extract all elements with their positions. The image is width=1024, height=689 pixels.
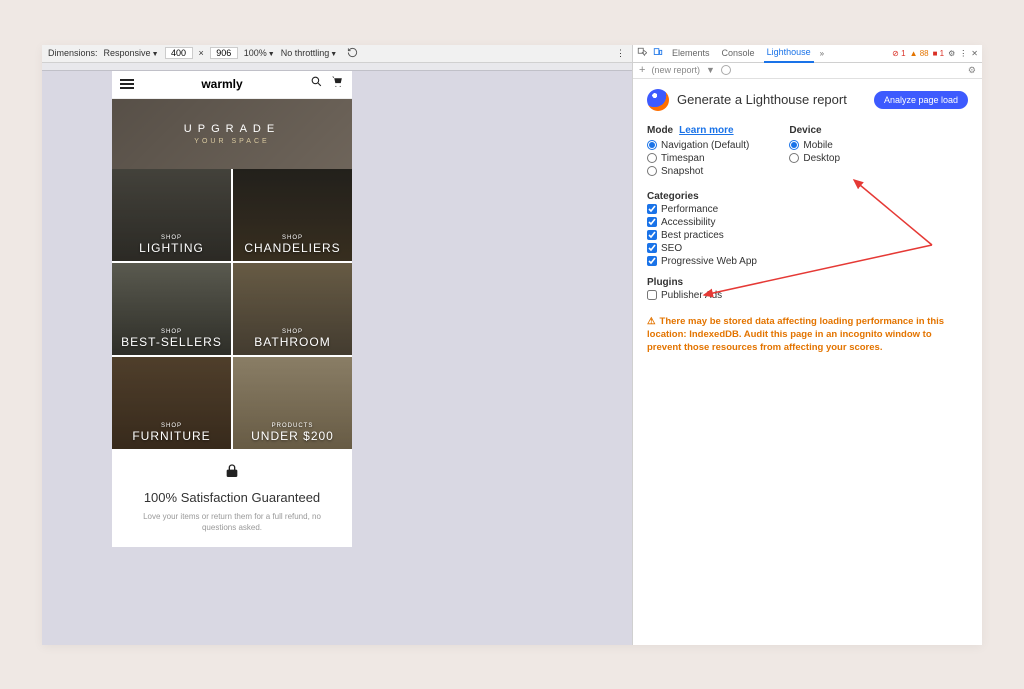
status-errors[interactable]: ⊘ 1 bbox=[892, 49, 905, 58]
mode-label: Mode bbox=[647, 125, 673, 136]
lighthouse-subbar: + (new report) ▼ ⚙ bbox=[633, 63, 982, 79]
mode-timespan[interactable]: Timespan bbox=[647, 153, 749, 164]
width-input[interactable] bbox=[165, 47, 193, 59]
more-tabs-icon[interactable]: » bbox=[820, 49, 824, 58]
lighthouse-gear-icon[interactable]: ⚙ bbox=[968, 65, 976, 76]
tile-under200[interactable]: PRODUCTSUNDER $200 bbox=[233, 357, 352, 449]
satisfaction-block: 100% Satisfaction Guaranteed Love your i… bbox=[112, 449, 352, 547]
report-dropdown-icon[interactable]: ▼ bbox=[706, 65, 715, 75]
cart-icon[interactable] bbox=[331, 75, 344, 93]
tile-chandeliers[interactable]: SHOPCHANDELIERS bbox=[233, 169, 352, 261]
cat-best-practices[interactable]: Best practices bbox=[647, 230, 968, 241]
tile-bestsellers[interactable]: SHOPBEST-SELLERS bbox=[112, 263, 231, 355]
warning-message: ⚠There may be stored data affecting load… bbox=[647, 315, 968, 355]
dimensions-label: Dimensions: bbox=[48, 48, 98, 58]
analyze-button[interactable]: Analyze page load bbox=[874, 91, 968, 109]
cat-seo[interactable]: SEO bbox=[647, 243, 968, 254]
lighthouse-logo-icon bbox=[647, 89, 669, 111]
tab-lighthouse[interactable]: Lighthouse bbox=[764, 44, 814, 63]
tab-console[interactable]: Console bbox=[719, 48, 758, 58]
plugins-label: Plugins bbox=[647, 277, 683, 288]
lock-icon bbox=[224, 463, 240, 479]
ruler bbox=[42, 63, 632, 71]
clear-icon[interactable] bbox=[721, 65, 731, 75]
categories-label: Categories bbox=[647, 191, 699, 202]
brand-logo[interactable]: warmly bbox=[201, 77, 242, 91]
device-mobile[interactable]: Mobile bbox=[789, 140, 840, 151]
rotate-icon[interactable] bbox=[347, 47, 358, 60]
satisfaction-sub: Love your items or return them for a ful… bbox=[126, 511, 338, 533]
kebab-icon[interactable]: ⋮ bbox=[959, 49, 967, 58]
zoom-select[interactable]: 100%▼ bbox=[244, 48, 275, 58]
times-icon: × bbox=[199, 48, 204, 58]
satisfaction-title: 100% Satisfaction Guaranteed bbox=[126, 490, 338, 505]
devtools-pane: Elements Console Lighthouse » ⊘ 1 ▲ 88 ■… bbox=[632, 45, 982, 645]
device-toolbar: Dimensions: Responsive▼ × 100%▼ No throt… bbox=[42, 45, 632, 63]
new-report-label[interactable]: (new report) bbox=[651, 65, 700, 75]
mode-snapshot[interactable]: Snapshot bbox=[647, 166, 749, 177]
gear-icon[interactable]: ⚙ bbox=[948, 49, 955, 58]
device-desktop[interactable]: Desktop bbox=[789, 153, 840, 164]
site-header: warmly bbox=[112, 71, 352, 99]
learn-more-link[interactable]: Learn more bbox=[679, 125, 733, 136]
category-grid: SHOPLIGHTING SHOPCHANDELIERS SHOPBEST-SE… bbox=[112, 169, 352, 449]
device-label: Device bbox=[789, 125, 840, 136]
device-toggle-icon[interactable] bbox=[653, 47, 663, 59]
dimensions-select[interactable]: Responsive▼ bbox=[104, 48, 159, 58]
device-preview-pane: Dimensions: Responsive▼ × 100%▼ No throt… bbox=[42, 45, 632, 645]
close-icon[interactable]: ✕ bbox=[971, 49, 978, 58]
tab-elements[interactable]: Elements bbox=[669, 48, 713, 58]
mode-navigation[interactable]: Navigation (Default) bbox=[647, 140, 749, 151]
warning-icon: ⚠ bbox=[647, 316, 656, 327]
status-warnings[interactable]: ▲ 88 bbox=[910, 49, 929, 58]
tile-furniture[interactable]: SHOPFURNITURE bbox=[112, 357, 231, 449]
tile-bathroom[interactable]: SHOPBATHROOM bbox=[233, 263, 352, 355]
devtools-tabs: Elements Console Lighthouse » ⊘ 1 ▲ 88 ■… bbox=[633, 45, 982, 63]
cat-accessibility[interactable]: Accessibility bbox=[647, 217, 968, 228]
lighthouse-title: Generate a Lighthouse report bbox=[677, 92, 866, 107]
status-info[interactable]: ■ 1 bbox=[933, 49, 945, 58]
hamburger-icon[interactable] bbox=[120, 79, 134, 89]
height-input[interactable] bbox=[210, 47, 238, 59]
new-report-icon[interactable]: + bbox=[639, 64, 645, 76]
mobile-viewport: warmly UPGRADE YOUR SPACE SHOPLIGHTING S… bbox=[112, 71, 352, 547]
hero-banner[interactable]: UPGRADE YOUR SPACE bbox=[112, 99, 352, 169]
lighthouse-body: Generate a Lighthouse report Analyze pag… bbox=[633, 79, 982, 365]
tile-lighting[interactable]: SHOPLIGHTING bbox=[112, 169, 231, 261]
throttling-select[interactable]: No throttling▼ bbox=[281, 48, 337, 58]
cat-performance[interactable]: Performance bbox=[647, 204, 968, 215]
inspect-icon[interactable] bbox=[637, 47, 647, 59]
cat-pwa[interactable]: Progressive Web App bbox=[647, 256, 968, 267]
search-icon[interactable] bbox=[310, 75, 323, 93]
more-icon[interactable]: ⋮ bbox=[616, 48, 626, 59]
plugin-publisher-ads[interactable]: Publisher Ads bbox=[647, 290, 968, 301]
